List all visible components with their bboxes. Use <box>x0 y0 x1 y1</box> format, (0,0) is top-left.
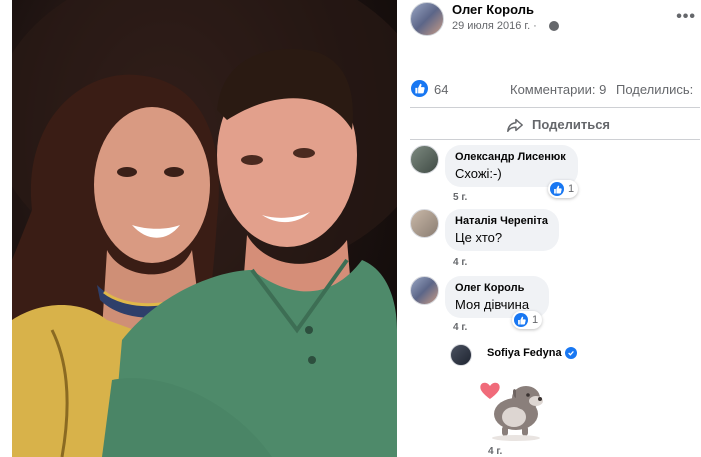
comment-text: Це хто? <box>455 230 503 245</box>
comments-count[interactable]: Комментарии: 9 <box>510 82 606 97</box>
couple-selfie-image <box>12 0 397 457</box>
comment-text: Схожі:-) <box>455 166 502 181</box>
reaction-count: 1 <box>568 183 575 195</box>
like-reaction-icon[interactable] <box>411 80 428 97</box>
share-button[interactable]: Поделиться <box>410 112 700 138</box>
dog-love-sticker[interactable] <box>478 372 554 442</box>
comment-author[interactable]: Олександр Лисенюк <box>455 151 568 163</box>
like-reaction-icon <box>550 182 564 196</box>
likes-count[interactable]: 64 <box>434 82 448 97</box>
more-options-icon[interactable]: ••• <box>676 8 696 26</box>
verified-badge-icon <box>565 347 577 359</box>
replier-avatar[interactable] <box>450 344 472 366</box>
reaction-count: 1 <box>532 314 539 326</box>
actions-divider <box>410 139 700 140</box>
comment-author[interactable]: Наталія Черепіта <box>455 215 549 227</box>
comment-reaction-chip[interactable]: 1 <box>512 311 543 329</box>
commenter-avatar[interactable] <box>410 145 439 174</box>
reply-time[interactable]: 4 г. <box>488 446 502 457</box>
comment-reaction-chip[interactable]: 1 <box>548 180 579 198</box>
post-header: Олег Король 29 июля 2016 г. · ••• <box>410 0 700 42</box>
reply-author[interactable]: Sofiya Fedyna <box>487 347 562 359</box>
post-stats: 64 Комментарии: 9 Поделились: <box>410 78 700 100</box>
author-avatar[interactable] <box>410 2 444 36</box>
shares-count[interactable]: Поделились: <box>616 82 693 97</box>
post-photo[interactable] <box>12 0 397 457</box>
stats-divider <box>410 107 700 108</box>
commenter-avatar[interactable] <box>410 209 439 238</box>
comment-time[interactable]: 4 г. <box>453 257 467 268</box>
share-label: Поделиться <box>532 117 611 132</box>
post-author-name[interactable]: Олег Король <box>452 2 534 17</box>
share-icon <box>507 118 523 133</box>
commenter-avatar[interactable] <box>410 276 439 305</box>
comment-time[interactable]: 5 г. <box>453 192 467 203</box>
comment-time[interactable]: 4 г. <box>453 322 467 333</box>
like-reaction-icon <box>514 313 528 327</box>
comment-author[interactable]: Олег Король <box>455 282 539 294</box>
post-date[interactable]: 29 июля 2016 г. · <box>452 20 537 32</box>
comment-bubble: Наталія Черепіта Це хто? <box>445 209 559 251</box>
globe-icon <box>549 21 559 31</box>
comment-text: Моя дівчина <box>455 297 530 312</box>
